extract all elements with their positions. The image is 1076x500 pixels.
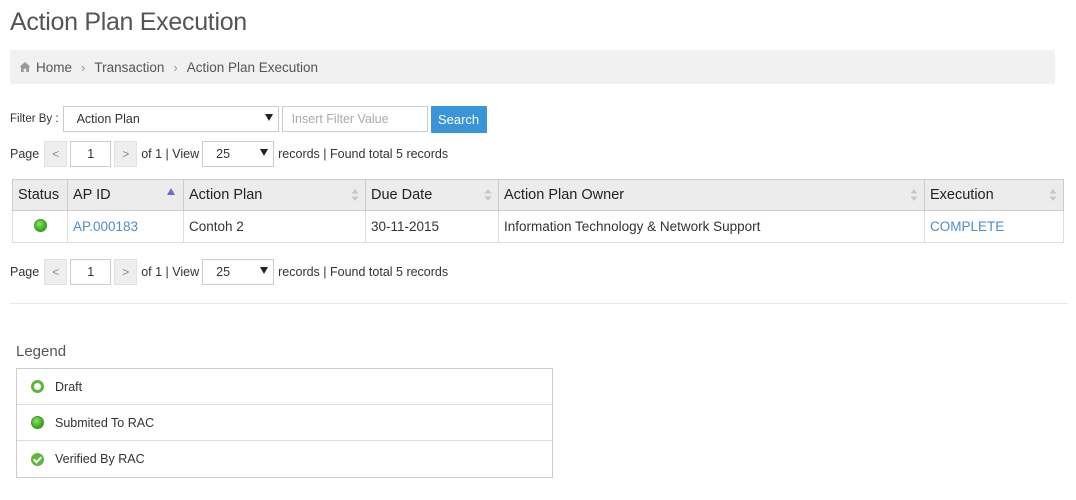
page-label: Page xyxy=(10,265,40,279)
caret-down-icon xyxy=(260,267,269,274)
legend-list: Draft Submited To RAC Verified By RAC xyxy=(16,368,553,478)
legend-label: Verified By RAC xyxy=(55,452,145,466)
chevron-right-icon: > xyxy=(122,265,130,279)
page-number-input[interactable] xyxy=(70,259,112,285)
owner-cell: Information Technology & Network Support xyxy=(498,210,925,243)
page-size-select[interactable]: 25 xyxy=(202,141,275,167)
home-icon xyxy=(19,62,31,72)
table-row: AP.000183 Contoh 2 30-11-2015 Informatio… xyxy=(12,210,1064,243)
chevron-right-icon: > xyxy=(122,147,130,161)
next-page-button[interactable]: > xyxy=(114,259,138,285)
page-number-input[interactable] xyxy=(70,141,112,167)
caret-down-icon xyxy=(260,149,269,156)
execution-cell: COMPLETE xyxy=(924,210,1064,243)
table-header-row: Status AP ID Action Plan Due Date Action… xyxy=(12,179,1064,211)
column-header-execution[interactable]: Execution xyxy=(924,179,1064,211)
prev-page-button[interactable]: < xyxy=(44,259,68,285)
column-header-owner[interactable]: Action Plan Owner xyxy=(498,179,925,211)
next-page-button[interactable]: > xyxy=(114,141,138,167)
caret-down-icon xyxy=(264,114,273,121)
legend-item-verified: Verified By RAC xyxy=(17,441,552,477)
column-header-action-plan[interactable]: Action Plan xyxy=(183,179,366,211)
breadcrumb-home[interactable]: Home xyxy=(36,60,72,75)
divider xyxy=(10,303,1068,304)
column-header-status[interactable]: Status xyxy=(12,179,68,211)
column-header-ap-id[interactable]: AP ID xyxy=(67,179,184,211)
breadcrumb-transaction[interactable]: Transaction xyxy=(94,60,164,75)
sort-ascending-icon xyxy=(167,188,175,195)
page-size-value: 25 xyxy=(216,147,231,161)
filter-field-value: Action Plan xyxy=(76,112,140,126)
hollow-circle-icon xyxy=(31,380,44,393)
legend-item-submitted: Submited To RAC xyxy=(17,405,552,441)
chevron-left-icon: < xyxy=(52,147,60,161)
chevron-right-icon: › xyxy=(173,59,178,75)
action-plan-cell: Contoh 2 xyxy=(183,210,366,243)
filter-label: Filter By : xyxy=(10,113,59,125)
sort-icon xyxy=(351,189,359,201)
chevron-left-icon: < xyxy=(52,265,60,279)
page-of-text: of 1 | View xyxy=(141,147,200,161)
page-size-select[interactable]: 25 xyxy=(202,259,275,285)
filled-circle-icon xyxy=(33,218,47,232)
sort-icon xyxy=(910,189,918,201)
legend-label: Draft xyxy=(55,379,83,394)
page-size-value: 25 xyxy=(216,265,231,279)
ap-id-cell: AP.000183 xyxy=(67,210,184,243)
search-button[interactable]: Search xyxy=(430,105,487,133)
pager-bottom: Page < > of 1 | View 25 records | Found … xyxy=(10,259,448,285)
filter-value-input[interactable] xyxy=(281,106,428,132)
prev-page-button[interactable]: < xyxy=(44,141,68,167)
filled-circle-icon xyxy=(31,416,44,429)
legend-title: Legend xyxy=(16,343,67,360)
records-text: records | Found total 5 records xyxy=(278,265,449,279)
column-header-due-date[interactable]: Due Date xyxy=(365,179,499,211)
legend-item-draft: Draft xyxy=(17,369,552,405)
status-cell xyxy=(12,210,68,243)
legend-label: Submited To RAC xyxy=(55,415,155,430)
breadcrumb: Home › Transaction › Action Plan Executi… xyxy=(10,50,1055,84)
due-date-cell: 30-11-2015 xyxy=(365,210,499,243)
chevron-right-icon: › xyxy=(81,59,86,75)
filter-bar: Filter By : Action Plan Search xyxy=(10,105,487,133)
sort-icon xyxy=(484,189,492,201)
filter-field-select[interactable]: Action Plan xyxy=(62,106,279,132)
execution-link[interactable]: COMPLETE xyxy=(930,219,1004,234)
page-title: Action Plan Execution xyxy=(10,8,247,36)
check-circle-icon xyxy=(31,452,44,466)
breadcrumb-current: Action Plan Execution xyxy=(186,59,319,75)
action-plan-table: Status AP ID Action Plan Due Date Action… xyxy=(12,179,1064,243)
page-label: Page xyxy=(10,147,40,161)
ap-id-link[interactable]: AP.000183 xyxy=(73,219,138,234)
records-text: records | Found total 5 records xyxy=(278,147,449,161)
page-of-text: of 1 | View xyxy=(141,265,200,279)
sort-icon xyxy=(1049,189,1057,201)
pager-top: Page < > of 1 | View 25 records | Found … xyxy=(10,141,448,167)
